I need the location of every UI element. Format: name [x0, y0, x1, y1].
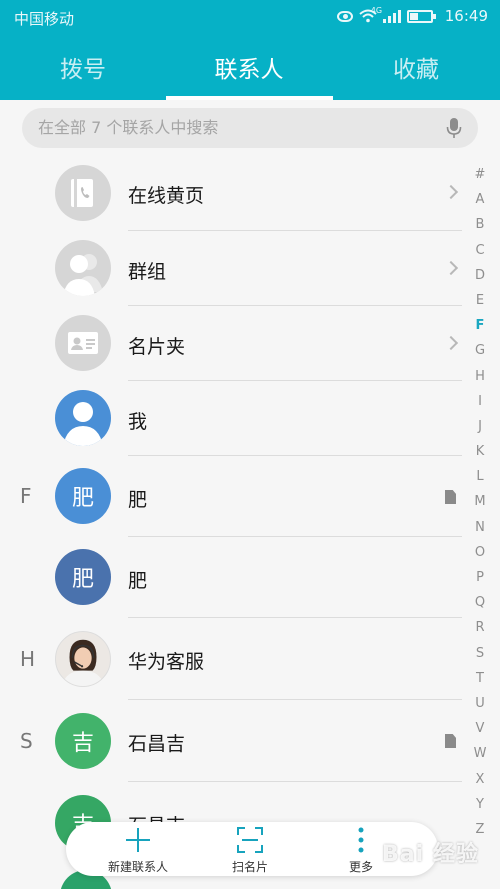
- index-letter[interactable]: Q: [472, 590, 488, 615]
- section-letter: S: [20, 729, 33, 753]
- contact-name: 名片夹: [128, 336, 186, 358]
- list-item-me[interactable]: 我: [0, 381, 470, 456]
- clock: 16:49: [444, 7, 488, 25]
- wifi-icon: 4G: [359, 6, 382, 23]
- signal-icon: [382, 9, 401, 23]
- index-letter[interactable]: U: [472, 691, 488, 716]
- index-letter[interactable]: S: [472, 641, 488, 666]
- avatar: 吉: [55, 713, 111, 769]
- index-letter[interactable]: W: [472, 741, 488, 766]
- tab-favorites[interactable]: 收藏: [333, 50, 499, 84]
- index-letter[interactable]: Y: [472, 792, 488, 817]
- tab-bar: 拨号 联系人 收藏: [0, 36, 500, 100]
- sim-card-icon: [445, 490, 456, 504]
- avatar: 肥: [55, 468, 111, 524]
- scan-icon: [237, 827, 263, 853]
- contact-name: 群组: [128, 261, 167, 283]
- index-letter[interactable]: #: [472, 162, 488, 187]
- contact-name: 在线黄页: [128, 185, 205, 207]
- eye-comfort-icon: [336, 10, 353, 22]
- list-item-business-cards[interactable]: 名片夹: [0, 306, 470, 381]
- tab-contacts[interactable]: 联系人: [166, 50, 332, 84]
- chevron-right-icon: [443, 260, 459, 276]
- avatar-initial: 肥: [71, 486, 94, 511]
- microphone-icon[interactable]: [446, 117, 462, 139]
- active-tab-indicator: [166, 96, 333, 100]
- index-letter[interactable]: N: [472, 515, 488, 540]
- sim-card-icon: [445, 734, 456, 748]
- alphabet-index[interactable]: # A B C D E F G H I J K L M N O P Q R S T U V W X Y Z: [472, 162, 488, 842]
- contact-name: 石昌吉: [128, 733, 186, 755]
- avatar: 肥: [55, 549, 111, 605]
- index-letter[interactable]: O: [472, 540, 488, 565]
- battery-icon: [406, 9, 436, 23]
- index-letter[interactable]: L: [472, 464, 488, 489]
- index-letter[interactable]: T: [472, 666, 488, 691]
- chevron-right-icon: [443, 184, 459, 200]
- index-letter[interactable]: K: [472, 439, 488, 464]
- network-type-label: 4G: [370, 6, 383, 15]
- group-icon: [55, 240, 111, 296]
- scan-card-label: 扫名片: [231, 860, 268, 874]
- watermark: Bai 经验: [382, 842, 479, 867]
- index-letter[interactable]: D: [472, 263, 488, 288]
- list-item-contact[interactable]: S 吉 石昌吉: [0, 700, 470, 782]
- status-bar: 中国移动 4G 16:49: [0, 0, 500, 36]
- list-item-contact[interactable]: F 肥 肥: [0, 456, 470, 537]
- section-letter: H: [20, 647, 36, 671]
- contact-name: 我: [128, 411, 148, 433]
- status-icons: 4G 16:49: [336, 6, 488, 25]
- index-letter[interactable]: P: [472, 565, 488, 590]
- plus-icon: [126, 828, 150, 852]
- avatar-initial: 吉: [71, 731, 94, 756]
- index-letter[interactable]: M: [472, 489, 488, 514]
- search-bar[interactable]: [22, 108, 478, 148]
- contact-name: 肥: [128, 570, 148, 592]
- index-letter[interactable]: G: [472, 338, 488, 363]
- index-letter[interactable]: F: [472, 313, 488, 338]
- tab-dialer[interactable]: 拨号: [0, 50, 166, 84]
- index-letter[interactable]: C: [472, 238, 488, 263]
- index-letter[interactable]: E: [472, 288, 488, 313]
- carrier-label: 中国移动: [14, 10, 75, 28]
- index-letter[interactable]: R: [472, 615, 488, 640]
- yellow-pages-icon: [55, 165, 111, 221]
- support-agent-photo: [55, 631, 111, 687]
- new-contact-button[interactable]: 新建联系人: [83, 826, 193, 875]
- list-item-groups[interactable]: 群组: [0, 231, 470, 306]
- index-letter[interactable]: H: [472, 364, 488, 389]
- index-letter[interactable]: J: [472, 414, 488, 439]
- business-card-icon: [55, 315, 111, 371]
- list-item-yellow-pages[interactable]: 在线黄页: [0, 155, 470, 231]
- index-letter[interactable]: I: [472, 389, 488, 414]
- avatar-initial: 肥: [71, 567, 94, 592]
- list-item-contact[interactable]: 肥 肥: [0, 537, 470, 618]
- chevron-right-icon: [443, 335, 459, 351]
- person-icon: [55, 390, 111, 446]
- search-input[interactable]: [38, 108, 418, 148]
- contact-name: 华为客服: [128, 651, 205, 673]
- list-item-contact[interactable]: H 华为客服: [0, 618, 470, 700]
- index-letter[interactable]: X: [472, 767, 488, 792]
- index-letter[interactable]: B: [472, 212, 488, 237]
- scan-card-button[interactable]: 扫名片: [195, 826, 305, 875]
- app-header: 中国移动 4G 16:49 拨号 联系人 收藏: [0, 0, 500, 100]
- section-letter: F: [20, 484, 32, 508]
- contact-name: 肥: [128, 489, 148, 511]
- more-vertical-icon: [358, 827, 364, 853]
- index-letter[interactable]: A: [472, 187, 488, 212]
- new-contact-label: 新建联系人: [107, 860, 168, 874]
- index-letter[interactable]: V: [472, 716, 488, 741]
